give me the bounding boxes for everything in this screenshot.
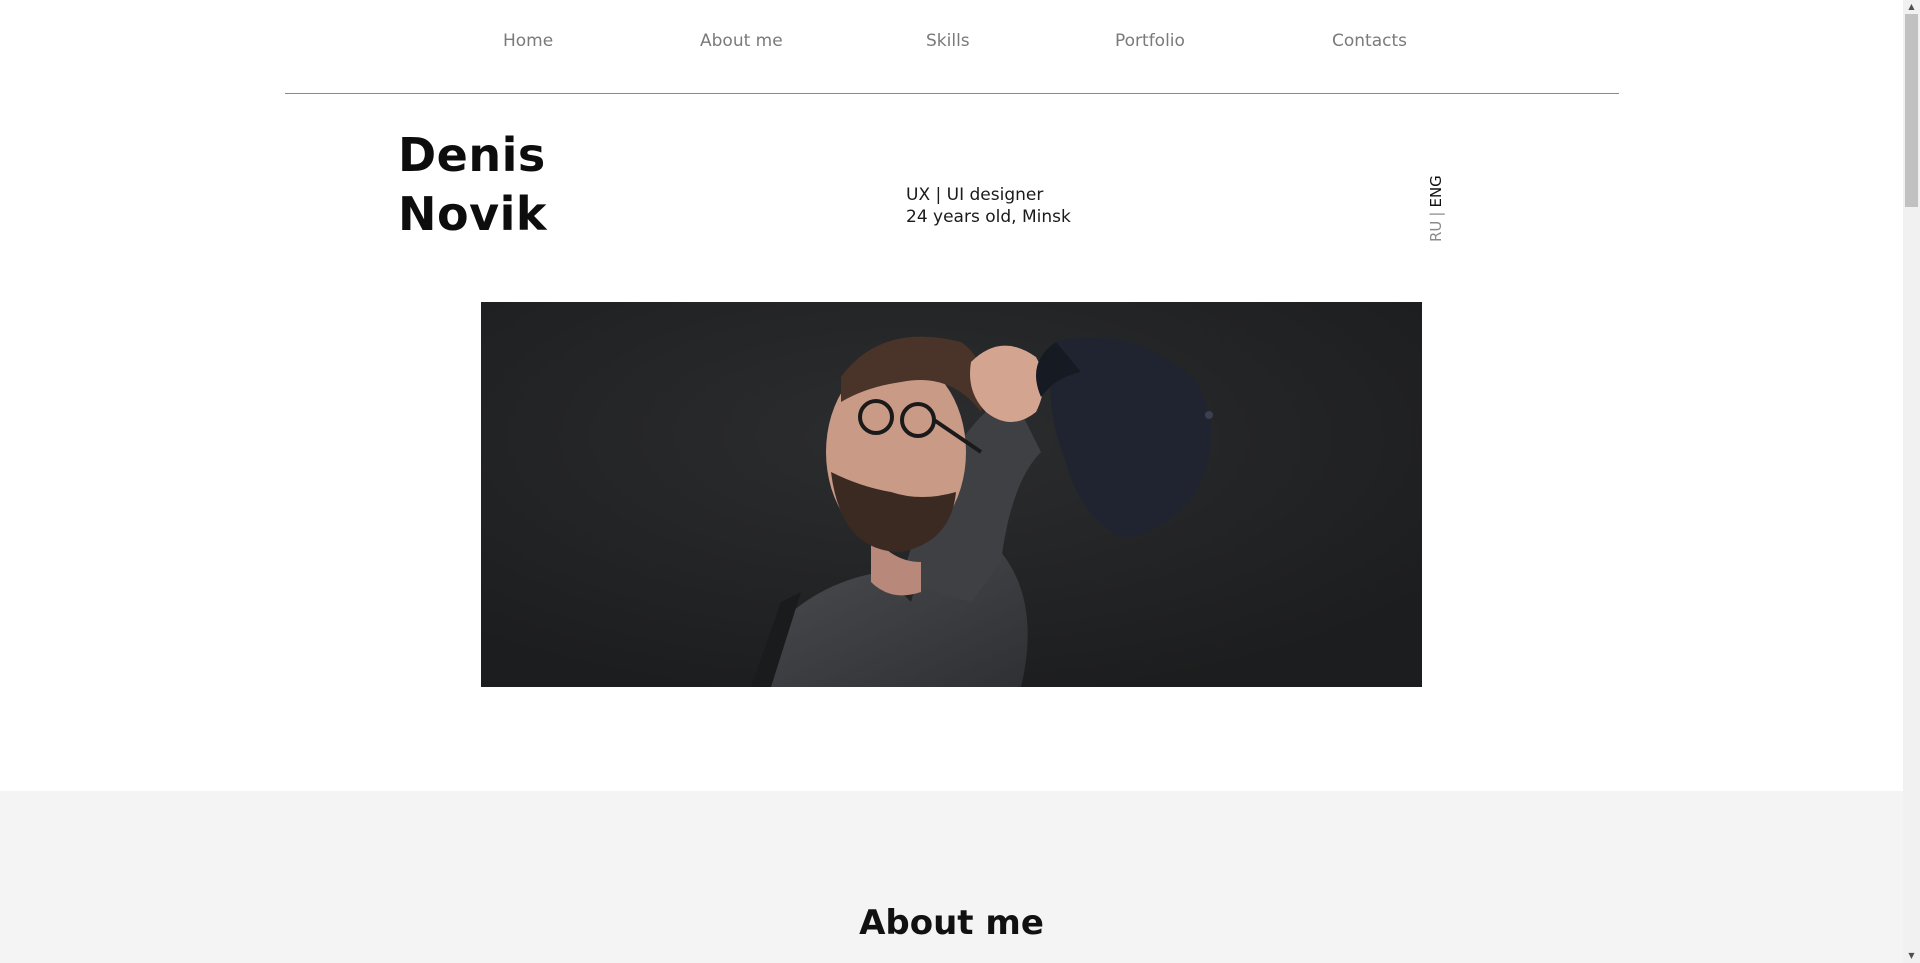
- nav-item-skills[interactable]: Skills: [926, 31, 970, 51]
- first-name: Denis: [398, 128, 546, 182]
- lang-eng-link[interactable]: ENG: [1427, 175, 1445, 207]
- nav-item-about-me[interactable]: About me: [700, 31, 783, 51]
- role-info: UX | UI designer 24 years old, Minsk: [906, 184, 1071, 228]
- scroll-up-arrow-icon[interactable]: ▲: [1903, 0, 1920, 14]
- nav-item-portfolio[interactable]: Portfolio: [1115, 31, 1185, 51]
- nav-item-contacts[interactable]: Contacts: [1332, 31, 1407, 51]
- age-location: 24 years old, Minsk: [906, 207, 1071, 227]
- about-section: About me: [0, 791, 1903, 963]
- about-title: About me: [859, 903, 1044, 943]
- page-title: Denis Novik: [398, 126, 547, 244]
- last-name: Novik: [398, 187, 547, 241]
- lang-ru-link[interactable]: RU: [1427, 221, 1445, 242]
- scroll-down-arrow-icon[interactable]: ▼: [1903, 949, 1920, 963]
- page: Home About me Skills Portfolio Contacts …: [0, 0, 1903, 963]
- vertical-scrollbar[interactable]: ▲ ▼: [1903, 0, 1920, 963]
- nav-item-home[interactable]: Home: [503, 31, 553, 51]
- hero-photo: [481, 302, 1422, 687]
- lang-separator: |: [1427, 211, 1445, 217]
- portrait-image: [481, 302, 1422, 687]
- role-title: UX | UI designer: [906, 185, 1044, 205]
- language-switcher: RU | ENG: [1425, 172, 1447, 242]
- top-navigation: Home About me Skills Portfolio Contacts: [285, 0, 1619, 94]
- scrollbar-thumb[interactable]: [1905, 14, 1918, 207]
